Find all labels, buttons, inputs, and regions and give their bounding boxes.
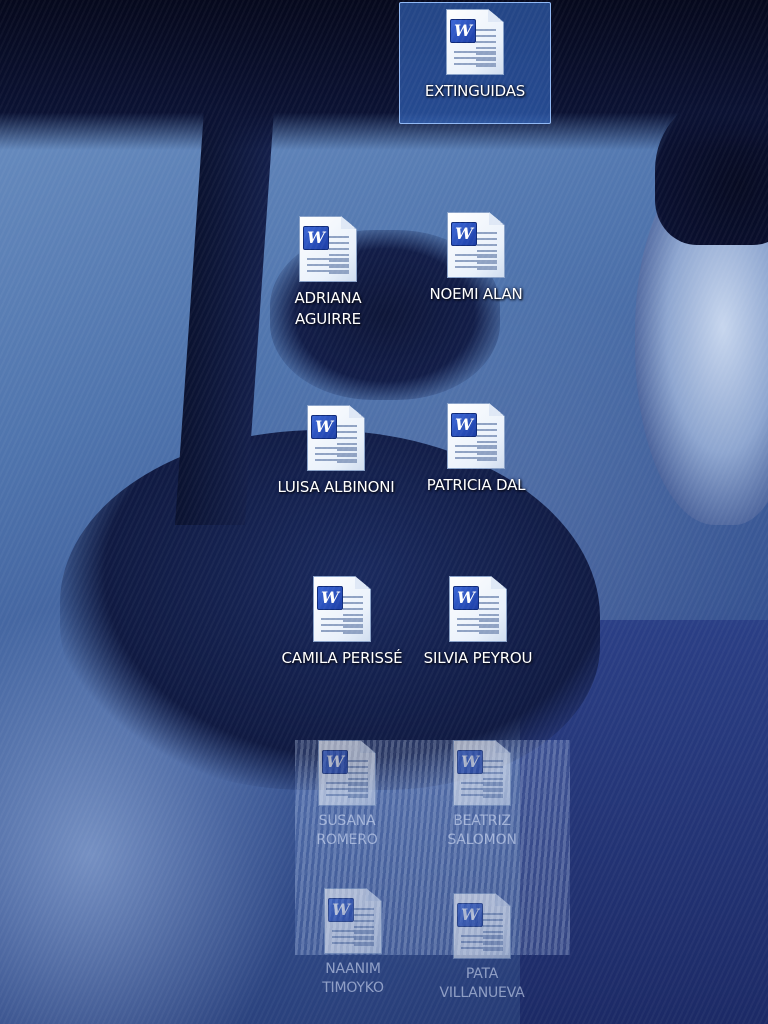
desktop-icon-label: SILVIA PEYROU	[423, 649, 533, 667]
desktop[interactable]: W EXTINGUIDAS W ADRIANA AGUIRRE W NOEMI …	[0, 0, 768, 1024]
word-badge: W	[303, 226, 329, 250]
word-document-icon: W	[453, 893, 511, 959]
background-hat-shadow	[655, 95, 768, 245]
desktop-icon-patricia-dal[interactable]: W PATRICIA DAL	[406, 403, 546, 496]
word-document-icon: W	[447, 403, 505, 469]
desktop-icon-label: BEATRIZ SALOMON	[447, 813, 517, 848]
word-document-icon: W	[324, 888, 382, 954]
desktop-icon-silvia-peyrou[interactable]: W SILVIA PEYROU	[408, 576, 548, 669]
word-badge: W	[311, 415, 337, 439]
background-face-reflection	[635, 165, 768, 525]
word-badge: W	[328, 898, 354, 922]
desktop-icon-label: CAMILA PERISSÉ	[281, 649, 403, 667]
word-document-icon: W	[318, 740, 376, 806]
word-badge: W	[322, 750, 348, 774]
desktop-icon-label: NOEMI ALAN	[429, 285, 523, 303]
desktop-icon-camila-perisse[interactable]: W CAMILA PERISSÉ	[272, 576, 412, 669]
screen-moire-overlay	[0, 0, 768, 1024]
desktop-icon-naanim-timoyko[interactable]: W NAANIM TIMOYKO	[283, 888, 423, 998]
word-document-icon: W	[447, 212, 505, 278]
word-document-icon: W	[313, 576, 371, 642]
word-badge: W	[457, 903, 483, 927]
word-badge: W	[453, 586, 479, 610]
desktop-icon-label: PATRICIA DAL	[426, 476, 526, 494]
background-reflection-dark	[520, 620, 768, 1024]
word-badge: W	[317, 586, 343, 610]
desktop-icon-luisa-albinoni[interactable]: W LUISA ALBINONI	[266, 405, 406, 498]
background-reflection-light	[0, 600, 300, 1024]
background-top-band	[0, 0, 768, 150]
desktop-icon-pata-villanueva[interactable]: W PATA VILLANUEVA	[412, 893, 552, 1003]
word-document-icon: W	[449, 576, 507, 642]
desktop-icon-label: ADRIANA AGUIRRE	[294, 289, 362, 328]
desktop-icon-label: EXTINGUIDAS	[424, 82, 526, 100]
desktop-icon-extinguidas[interactable]: W EXTINGUIDAS	[399, 2, 551, 124]
desktop-icon-label: SUSANA ROMERO	[316, 813, 378, 848]
word-document-icon: W	[453, 740, 511, 806]
desktop-icon-label: LUISA ALBINONI	[277, 478, 395, 496]
desktop-icon-susana-romero[interactable]: W SUSANA ROMERO	[277, 740, 417, 850]
desktop-icon-adriana-aguirre[interactable]: W ADRIANA AGUIRRE	[258, 216, 398, 330]
desktop-icon-noemi-alan[interactable]: W NOEMI ALAN	[406, 212, 546, 305]
word-document-icon: W	[307, 405, 365, 471]
word-badge: W	[450, 19, 476, 43]
word-document-icon: W	[299, 216, 357, 282]
desktop-icon-label: NAANIM TIMOYKO	[322, 961, 384, 996]
word-badge: W	[451, 413, 477, 437]
desktop-icon-label: PATA VILLANUEVA	[439, 966, 525, 1001]
word-badge: W	[451, 222, 477, 246]
word-document-icon: W	[446, 9, 504, 75]
desktop-icon-beatriz-salomon[interactable]: W BEATRIZ SALOMON	[412, 740, 552, 850]
word-badge: W	[457, 750, 483, 774]
